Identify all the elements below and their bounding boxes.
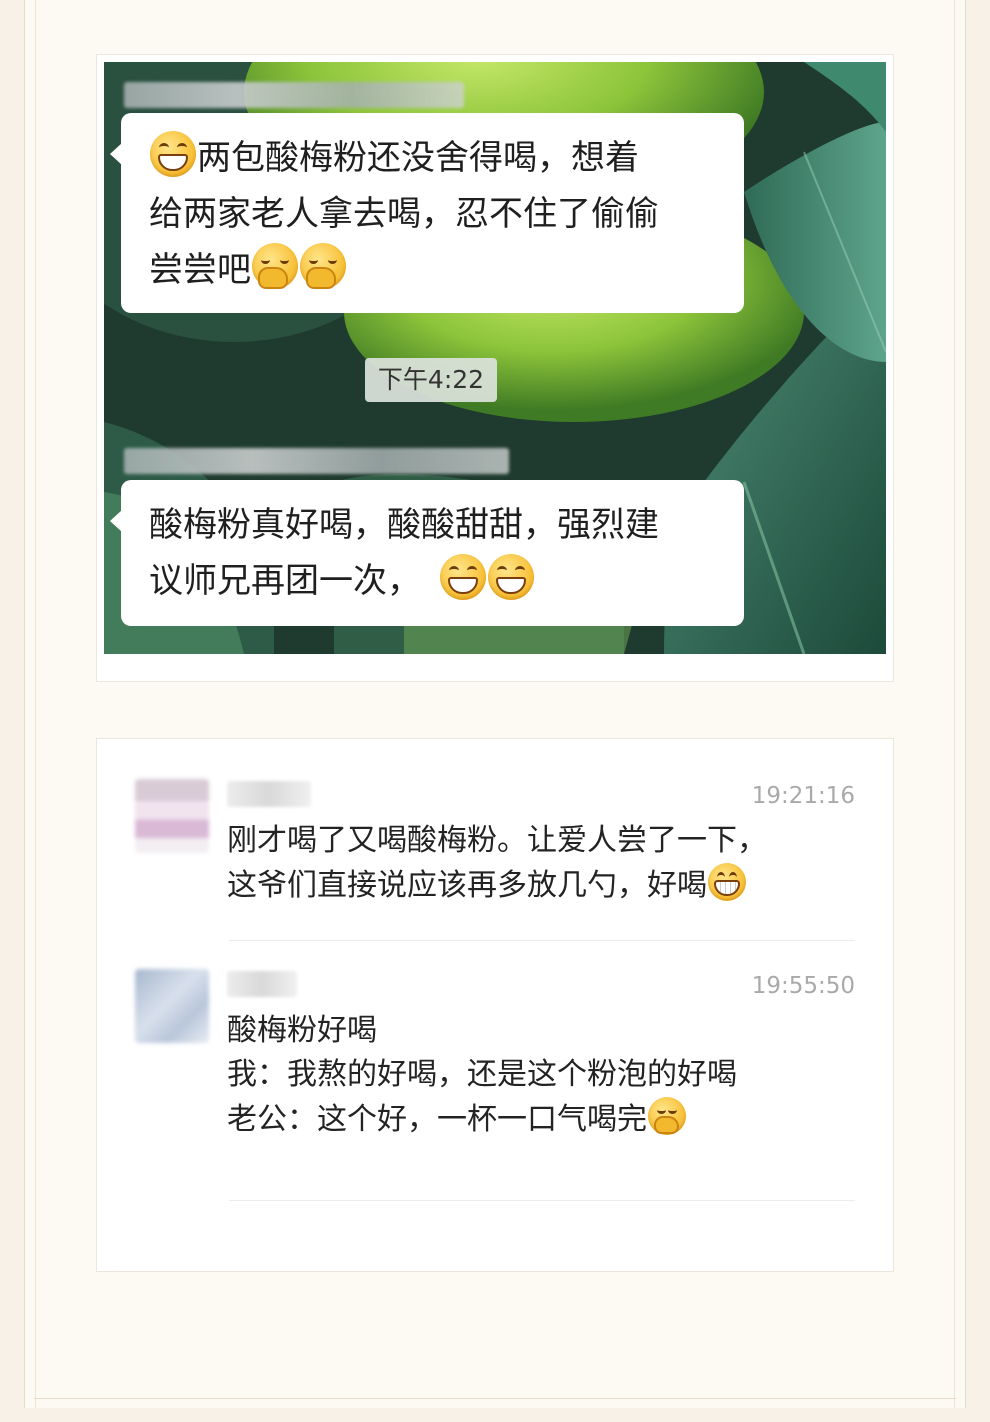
message-time-chip: 下午4:22 — [365, 358, 497, 402]
avatar — [135, 969, 209, 1043]
comment-text: 酸梅粉好喝 我：我熬的好喝，还是这个粉泡的好喝 老公：这个好，一杯一口气喝完 — [227, 1009, 855, 1142]
grinning-face-emoji — [150, 131, 196, 177]
comment-item: 19:55:50 酸梅粉好喝 我：我熬的好喝，还是这个粉泡的好喝 老公：这个好，… — [135, 969, 855, 1159]
blurred-sender-name — [124, 82, 464, 108]
message-line: 酸梅粉真好喝，酸酸甜甜，强烈建 — [149, 505, 659, 545]
comment-item: 19:21:16 刚才喝了又喝酸梅粉。让爱人尝了一下， 这爷们直接说应该再多放几… — [135, 779, 855, 929]
blurred-sender-name — [124, 448, 509, 474]
comment-line-text: 这爷们直接说应该再多放几勺，好喝 — [227, 868, 707, 903]
big-grin-emoji — [708, 863, 746, 901]
comment-line: 酸梅粉好喝 — [227, 1013, 377, 1048]
message-line: 议师兄再团一次， — [149, 553, 718, 609]
comments-screenshot-card: 19:21:16 刚才喝了又喝酸梅粉。让爱人尝了一下， 这爷们直接说应该再多放几… — [96, 738, 894, 1272]
blurred-username — [227, 971, 297, 997]
message-line: 尝尝吧 — [149, 242, 718, 298]
chat-bubble-message-1: 两包酸梅粉还没舍得喝，想着 给两家老人拿去喝，忍不住了偷偷 尝尝吧 — [110, 113, 744, 313]
chat-screenshot-card: 两包酸梅粉还没舍得喝，想着 给两家老人拿去喝，忍不住了偷偷 尝尝吧 下午4:22… — [96, 54, 894, 682]
comment-divider — [229, 1200, 855, 1201]
comment-timestamp: 19:55:50 — [751, 973, 855, 999]
chat-background-photo: 两包酸梅粉还没舍得喝，想着 给两家老人拿去喝，忍不住了偷偷 尝尝吧 下午4:22… — [104, 62, 886, 654]
comment-timestamp: 19:21:16 — [751, 783, 855, 809]
facepalm-emoji — [300, 243, 346, 289]
message-text: 两包酸梅粉还没舍得喝，想着 — [197, 138, 639, 178]
comment-line: 老公：这个好，一杯一口气喝完 — [227, 1097, 855, 1142]
facepalm-emoji — [648, 1097, 686, 1135]
comment-line: 刚才喝了又喝酸梅粉。让爱人尝了一下， — [227, 823, 767, 858]
avatar — [135, 779, 209, 853]
facepalm-emoji — [252, 243, 298, 289]
comment-line-text: 老公：这个好，一杯一口气喝完 — [227, 1102, 647, 1137]
comment-text: 刚才喝了又喝酸梅粉。让爱人尝了一下， 这爷们直接说应该再多放几勺，好喝 — [227, 819, 855, 908]
grinning-face-emoji — [488, 554, 534, 600]
grinning-face-emoji — [440, 554, 486, 600]
comment-divider — [229, 940, 855, 941]
message-line: 两包酸梅粉还没舍得喝，想着 — [149, 130, 718, 186]
message-line: 给两家老人拿去喝，忍不住了偷偷 — [149, 194, 659, 234]
blurred-username — [227, 781, 311, 807]
message-text: 议师兄再团一次， — [149, 561, 421, 601]
chat-bubble-message-2: 酸梅粉真好喝，酸酸甜甜，强烈建 议师兄再团一次， — [110, 480, 744, 626]
comment-line: 这爷们直接说应该再多放几勺，好喝 — [227, 863, 855, 908]
message-text: 尝尝吧 — [149, 250, 251, 290]
page-bottom-rule — [34, 1398, 956, 1399]
comment-line: 我：我熬的好喝，还是这个粉泡的好喝 — [227, 1057, 737, 1092]
